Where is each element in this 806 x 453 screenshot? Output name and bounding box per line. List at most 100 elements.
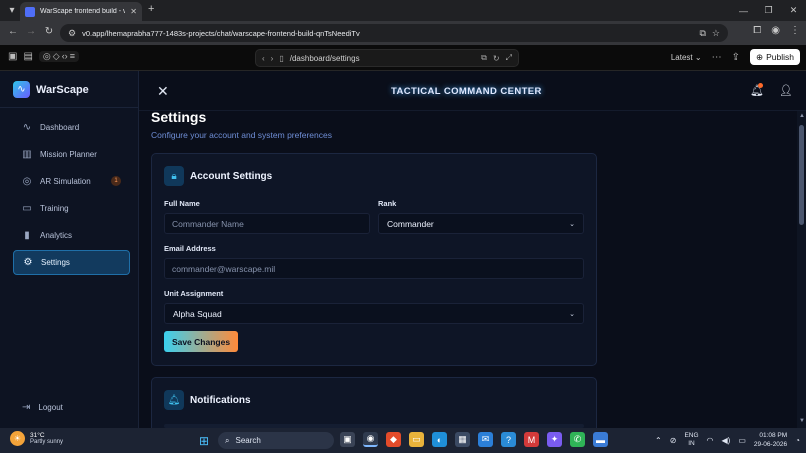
publish-label: Publish	[766, 52, 794, 62]
monitor-app-icon[interactable]: ▬	[593, 432, 608, 447]
unit-select[interactable]: Alpha Squad ⌄	[164, 303, 584, 324]
scroll-up-icon[interactable]: ▲	[799, 113, 805, 119]
design-icon[interactable]: ◇	[53, 51, 60, 62]
region-code: IN	[688, 440, 695, 447]
preview-path: /dashboard/settings	[289, 53, 360, 63]
url-bar[interactable]: ⚙ v0.app/lhemaprabha777-1483s-projects/c…	[60, 24, 728, 42]
chrome-icon[interactable]: ◉	[363, 432, 378, 447]
reload-icon[interactable]: ↻	[40, 26, 58, 37]
file-explorer-icon[interactable]: ▭	[409, 432, 424, 447]
sidebar-item-ar-simulation[interactable]: ◎ AR Simulation 1	[13, 169, 130, 194]
sidebar-item-mission-planner[interactable]: ▥ Mission Planner	[13, 142, 130, 167]
task-view-icon[interactable]: ▣	[340, 432, 355, 447]
close-window-icon[interactable]: ✕	[781, 5, 806, 16]
sidebar-item-label: Analytics	[40, 231, 73, 240]
sidebar-nav: ∿ Dashboard ▥ Mission Planner ◎ AR Simul…	[13, 115, 130, 277]
chevron-up-icon[interactable]: ⌃	[655, 436, 662, 445]
globe-icon: ⊕	[755, 51, 764, 62]
brand[interactable]: ∿ WarScape	[13, 81, 89, 98]
scroll-down-icon[interactable]: ▼	[799, 418, 805, 424]
notification-center-icon[interactable]: ◔	[795, 436, 800, 445]
close-tab-icon[interactable]: ✕	[130, 7, 137, 16]
header-title: TACTICAL COMMAND CENTER	[391, 86, 542, 97]
refresh-preview-icon[interactable]: ↻	[493, 54, 500, 63]
user-icon[interactable]: 👤︎	[779, 84, 793, 97]
rank-select[interactable]: Commander ⌄	[378, 213, 584, 234]
site-info-icon[interactable]: ⚙	[68, 28, 76, 39]
path-back-icon[interactable]: ‹	[262, 54, 265, 63]
v0-right-tools: Latest ⌄ ⋯ ⇪ ⊕ Publish	[671, 49, 800, 65]
sidebar-item-dashboard[interactable]: ∿ Dashboard	[13, 115, 130, 140]
sidebar-toggle-icon[interactable]: ▣	[8, 51, 17, 62]
sidebar-item-training[interactable]: ▭ Training	[13, 196, 130, 221]
share-icon[interactable]: ⇪	[732, 52, 740, 63]
warscape-app: ∿ WarScape ∿ Dashboard ▥ Mission Planner…	[0, 71, 806, 428]
expand-icon[interactable]: ⤢	[506, 53, 512, 63]
account-settings-card: 🔒︎ Account Settings Full Name Commander …	[151, 153, 597, 366]
sidebar-item-label: AR Simulation	[40, 177, 91, 186]
pulse-logo-icon: ∿	[13, 81, 30, 98]
publish-button[interactable]: ⊕ Publish	[749, 49, 800, 65]
more-icon[interactable]: ⋯	[712, 52, 722, 63]
taskbar-search[interactable]: ⌕ Search	[218, 432, 334, 449]
browser-tab[interactable]: WarScape frontend build - v0 b ✕	[20, 2, 142, 21]
forward-icon[interactable]: →	[22, 26, 40, 37]
windows-taskbar: ☀ 31°C Partly sunny ⊞ ⌕ Search ▣ ◉ ◆ ▭ ◐…	[0, 428, 806, 453]
sidebar-item-label: Mission Planner	[40, 150, 97, 159]
maximize-icon[interactable]: ❐	[756, 5, 781, 16]
minimize-icon[interactable]: —	[731, 6, 756, 16]
bookmark-star-icon[interactable]: ☆	[712, 28, 720, 39]
edge-icon[interactable]: ◐	[432, 432, 447, 447]
unit-value: Alpha Squad	[173, 308, 222, 319]
weather-widget[interactable]: ☀ 31°C Partly sunny	[10, 431, 63, 446]
full-name-label: Full Name	[164, 199, 200, 208]
logout-button[interactable]: ⇥ Logout	[22, 402, 63, 413]
taskbar-apps: ▣ ◉ ◆ ▭ ◐ ▦ ✉ ? M ✦ ✆ ▬	[340, 432, 608, 447]
open-external-icon[interactable]: ⧉	[481, 53, 487, 63]
close-icon[interactable]: ✕	[157, 83, 169, 100]
time: 01:08 PM	[759, 432, 788, 439]
device-icon[interactable]: ▯	[279, 54, 283, 63]
install-icon[interactable]: ⧉	[699, 28, 705, 39]
mail-icon[interactable]: ✉	[478, 432, 493, 447]
store-icon[interactable]: ▦	[455, 432, 470, 447]
scrollbar-thumb[interactable]	[799, 125, 804, 225]
language-indicator[interactable]: ENG IN	[684, 432, 698, 448]
profile-icon[interactable]: ◉	[771, 25, 780, 36]
sidebar-item-analytics[interactable]: ▮ Analytics	[13, 223, 130, 248]
battery-icon[interactable]: ▭	[738, 436, 746, 445]
app-diamond-icon[interactable]: ◆	[386, 432, 401, 447]
copilot-icon[interactable]: ✦	[547, 432, 562, 447]
sidebar-item-settings[interactable]: ⚙ Settings	[13, 250, 130, 275]
search-label: Search	[235, 436, 261, 445]
database-icon[interactable]: ≡	[70, 51, 75, 62]
help-icon[interactable]: ?	[501, 432, 516, 447]
new-tab-icon[interactable]: +	[148, 3, 154, 15]
network-off-icon[interactable]: ⊘	[670, 436, 677, 445]
clock[interactable]: 01:08 PM 29-06-2026	[754, 431, 787, 449]
tab-search-icon[interactable]: ▾	[4, 5, 20, 16]
back-icon[interactable]: ←	[4, 26, 22, 37]
full-name-input[interactable]: Commander Name	[164, 213, 370, 234]
chevron-down-icon: ⌄	[569, 220, 575, 228]
preview-eye-icon[interactable]: ◎	[43, 51, 51, 62]
preview-path-bar[interactable]: ‹ › ▯ /dashboard/settings ⧉ ↻ ⤢	[255, 49, 519, 67]
whatsapp-icon[interactable]: ✆	[570, 432, 585, 447]
save-changes-button[interactable]: Save Changes	[164, 331, 238, 352]
email-input[interactable]: commander@warscape.mil	[164, 258, 584, 279]
browser-tab-bar: ▾ WarScape frontend build - v0 b ✕ + — ❐…	[0, 0, 806, 21]
path-forward-icon[interactable]: ›	[271, 54, 274, 63]
volume-icon[interactable]: ◀)	[722, 436, 731, 445]
extensions-icon[interactable]: ⧠	[753, 25, 761, 36]
notification-badge: 1	[111, 176, 121, 186]
mcafee-icon[interactable]: M	[524, 432, 539, 447]
code-icon[interactable]: ‹›	[62, 51, 68, 62]
version-select[interactable]: Latest ⌄	[671, 53, 702, 62]
windows-start-icon[interactable]: ⊞	[199, 434, 209, 448]
scrollbar[interactable]: ▲ ▼	[797, 111, 806, 428]
weather-condition: Partly sunny	[30, 439, 64, 445]
wifi-icon[interactable]: ◠	[707, 436, 714, 445]
history-icon[interactable]: ▤	[23, 51, 32, 62]
system-tray: ⌃ ⊘ ENG IN ◠ ◀) ▭ 01:08 PM 29-06-2026 ◔	[655, 431, 800, 449]
browser-menu-icon[interactable]: ⋮	[790, 25, 800, 36]
